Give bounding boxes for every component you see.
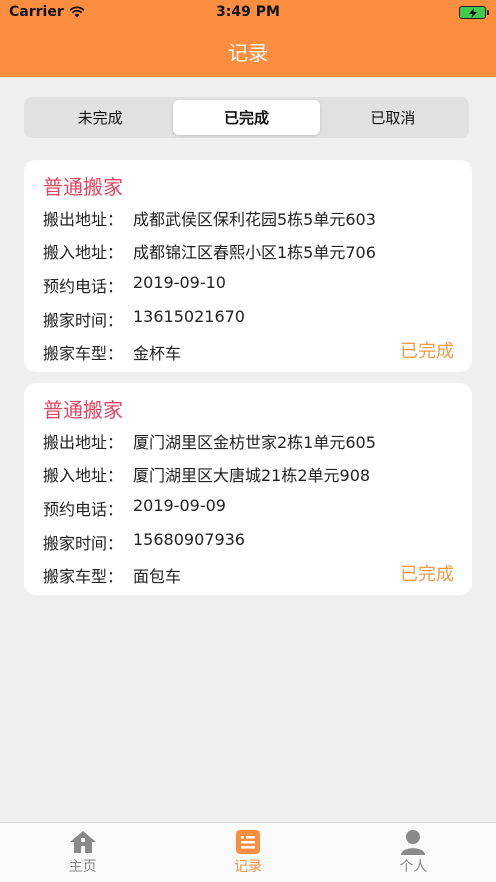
row-value: 15680907936 [133, 530, 245, 549]
record-row-vehicle: 搬家车型： 金杯车 [43, 340, 181, 364]
record-row-move-out: 搬出地址： 厦门湖里区金枋世家2栋1单元605 [43, 429, 376, 453]
row-label: 搬家时间： [43, 534, 124, 553]
row-label: 搬家车型： [43, 567, 124, 586]
status-segmented-control: 未完成 已完成 已取消 [24, 97, 469, 138]
row-value: 13615021670 [133, 307, 245, 326]
tab-label: 个人 [399, 859, 428, 875]
home-icon [69, 831, 96, 853]
row-label: 搬入地址： [43, 243, 124, 262]
status-badge: 已完成 [400, 564, 454, 585]
row-value: 2019-09-09 [133, 496, 226, 515]
record-row-move-in: 搬入地址： 成都锦江区春熙小区1栋5单元706 [43, 239, 376, 263]
row-value: 成都锦江区春熙小区1栋5单元706 [133, 243, 376, 262]
charging-bolt-icon [468, 7, 477, 18]
row-value: 金杯车 [133, 344, 182, 363]
list-icon [235, 830, 260, 854]
record-card[interactable]: 普通搬家 搬出地址： 成都武侯区保利花园5栋5单元603 搬入地址： 成都锦江区… [24, 160, 472, 372]
segment-incomplete[interactable]: 未完成 [27, 100, 173, 135]
segment-cancelled[interactable]: 已取消 [320, 100, 466, 135]
tab-records[interactable]: 记录 [165, 823, 330, 882]
status-badge: 已完成 [400, 341, 454, 362]
record-row-move-in: 搬入地址： 厦门湖里区大唐城21栋2单元908 [43, 462, 370, 486]
row-label: 搬家车型： [43, 344, 124, 363]
battery-icon [459, 6, 489, 19]
status-bar: Carrier 3:49 PM [0, 0, 496, 26]
record-row-phone: 预约电话： 2019-09-09 [43, 496, 226, 520]
header-bar: Carrier 3:49 PM 记录 [0, 0, 496, 77]
record-row-time: 搬家时间： 13615021670 [43, 307, 245, 331]
row-label: 搬出地址： [43, 433, 124, 452]
row-value: 厦门湖里区大唐城21栋2单元908 [133, 466, 371, 485]
record-row-move-out: 搬出地址： 成都武侯区保利花园5栋5单元603 [43, 206, 376, 230]
row-label: 预约电话： [43, 277, 124, 296]
row-label: 搬家时间： [43, 311, 124, 330]
page-title: 记录 [228, 41, 268, 65]
tab-home[interactable]: 主页 [0, 823, 165, 882]
record-title: 普通搬家 [43, 175, 123, 199]
row-label: 搬入地址： [43, 466, 124, 485]
row-value: 厦门湖里区金枋世家2栋1单元605 [133, 433, 376, 452]
clock: 3:49 PM [216, 4, 280, 20]
row-label: 预约电话： [43, 500, 124, 519]
tab-label: 主页 [68, 859, 97, 875]
tab-bar: 主页 记录 个人 [0, 822, 496, 882]
row-value: 成都武侯区保利花园5栋5单元603 [133, 210, 376, 229]
record-row-phone: 预约电话： 2019-09-10 [43, 273, 226, 297]
row-value: 面包车 [133, 567, 182, 586]
person-icon [401, 830, 426, 855]
tab-label: 记录 [233, 859, 262, 875]
record-row-vehicle: 搬家车型： 面包车 [43, 563, 181, 587]
tab-profile[interactable]: 个人 [331, 823, 496, 882]
record-card[interactable]: 普通搬家 搬出地址： 厦门湖里区金枋世家2栋1单元605 搬入地址： 厦门湖里区… [24, 383, 472, 595]
segment-completed[interactable]: 已完成 [173, 100, 320, 135]
record-row-time: 搬家时间： 15680907936 [43, 530, 245, 554]
row-label: 搬出地址： [43, 210, 124, 229]
record-title: 普通搬家 [43, 398, 123, 422]
row-value: 2019-09-10 [133, 273, 226, 292]
